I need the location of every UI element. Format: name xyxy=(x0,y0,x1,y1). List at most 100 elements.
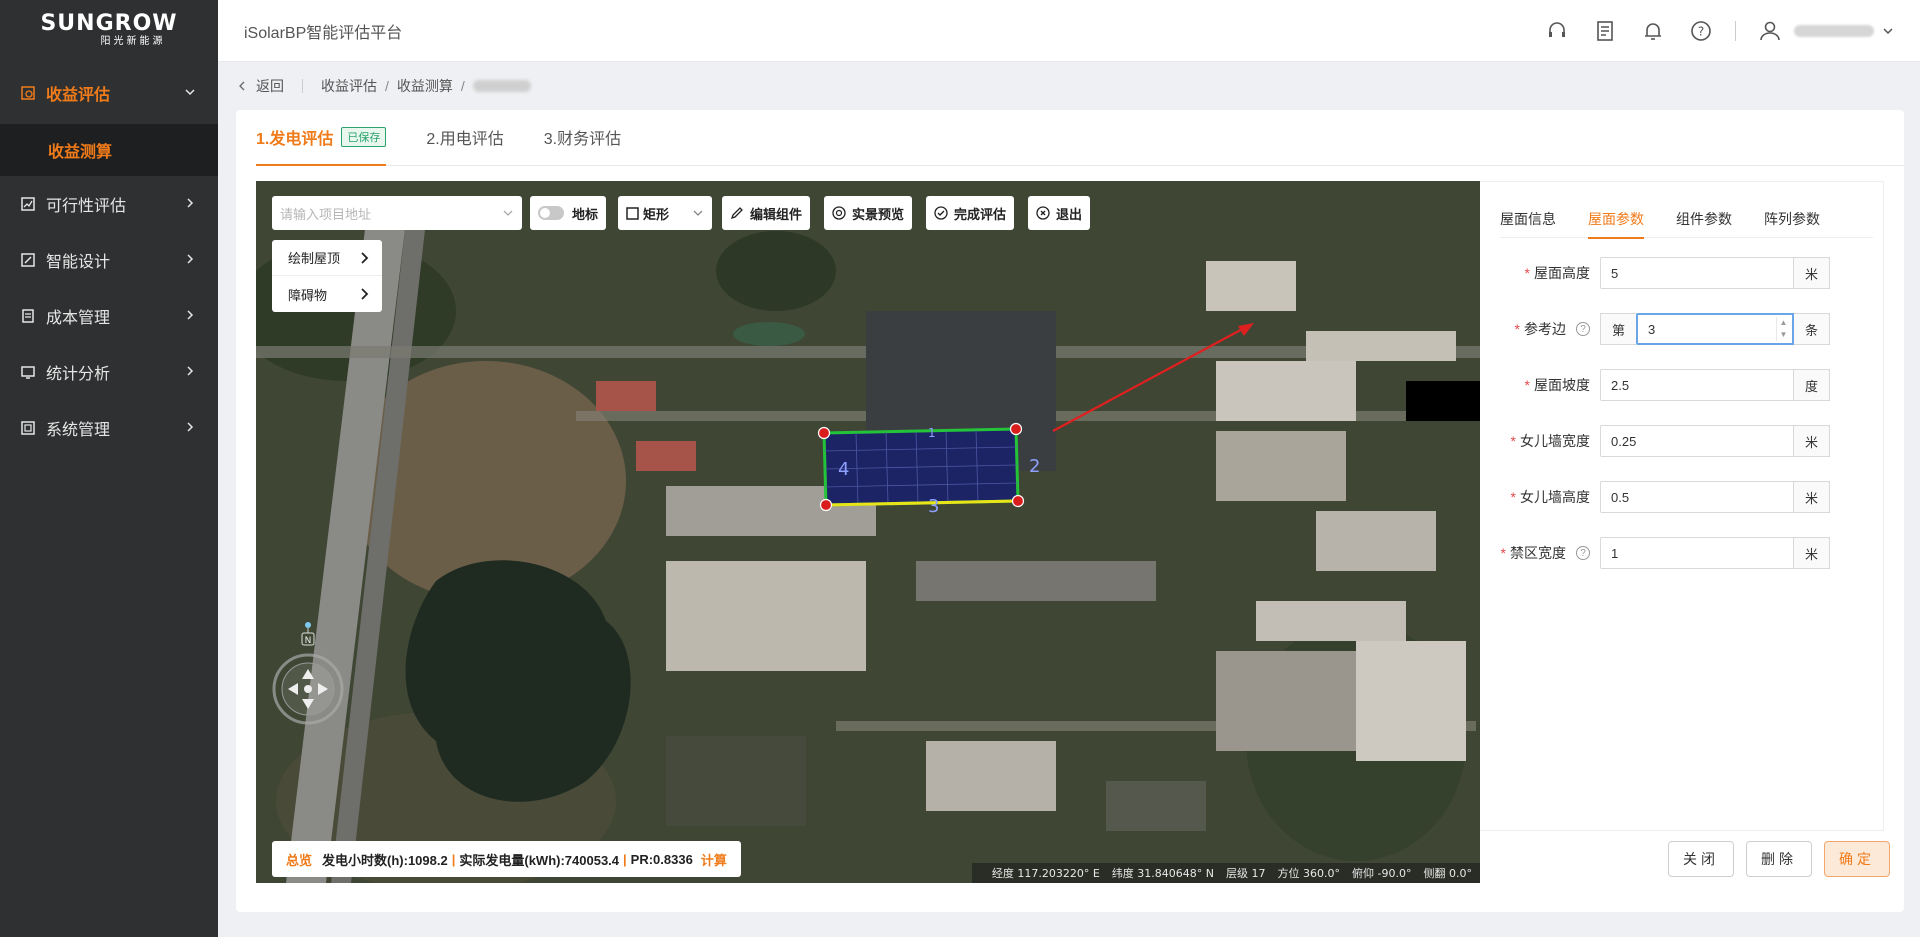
finish-label: 完成评估 xyxy=(954,206,1007,222)
tab-roof-info[interactable]: 屋面信息 xyxy=(1500,200,1556,238)
field-parapet-height: * 女儿墙高度 0.5 米 xyxy=(1480,480,1830,514)
chevron-down-icon xyxy=(182,84,198,102)
address-search-input[interactable]: 请输入项目地址 xyxy=(272,196,522,230)
obstacle-item[interactable]: 障碍物 xyxy=(272,276,382,312)
draw-roof-item[interactable]: 绘制屋顶 xyxy=(272,240,382,276)
parapet-width-input[interactable]: 0.25 xyxy=(1600,425,1794,457)
calculate-link[interactable]: 计算 xyxy=(701,850,727,869)
back-label: 返回 xyxy=(256,78,284,94)
close-button[interactable]: 关闭 xyxy=(1668,841,1734,877)
field-label-text: 屋面坡度 xyxy=(1534,377,1590,393)
confirm-button[interactable]: 确定 xyxy=(1824,841,1890,877)
tab-generation[interactable]: 1.发电评估 已保存 xyxy=(256,109,387,166)
delete-button[interactable]: 删除 xyxy=(1746,841,1812,877)
panel-actions: 关闭 删除 确定 xyxy=(1668,841,1902,877)
edit-label: 编辑组件 xyxy=(750,206,803,222)
landmark-label: 地标 xyxy=(572,206,599,222)
field-label: * 屋面坡度 xyxy=(1480,375,1600,395)
stepper-up-icon[interactable]: ▲ xyxy=(1777,317,1790,329)
compass-north-label: N xyxy=(305,636,312,646)
breadcrumb-revenue-calc[interactable]: 收益测算 xyxy=(397,76,453,96)
sidebar-item-system[interactable]: 系统管理 xyxy=(0,400,218,456)
sidebar-item-label: 可行性评估 xyxy=(46,198,127,215)
tab-consumption[interactable]: 2.用电评估 xyxy=(426,109,503,165)
required-mark: * xyxy=(1510,489,1516,505)
field-label-text: 女儿墙高度 xyxy=(1520,489,1590,505)
summary-pr: PR:0.8336 xyxy=(630,851,693,867)
chevron-down-icon[interactable] xyxy=(1880,17,1896,45)
step-tabs: 1.发电评估 已保存 2.用电评估 3.财务评估 xyxy=(256,110,1904,166)
field-label: * 女儿墙高度 xyxy=(1480,487,1600,507)
summary-divider: | xyxy=(451,851,456,867)
revenue-icon xyxy=(20,85,36,101)
user-icon[interactable] xyxy=(1756,17,1784,45)
sidebar-item-feasibility[interactable]: 可行性评估 xyxy=(0,176,218,232)
toggle-switch[interactable] xyxy=(538,206,564,220)
field-roof-slope: * 屋面坡度 2.5 度 xyxy=(1480,368,1830,402)
top-bar: iSolarBP智能评估平台 ? xyxy=(218,0,1920,62)
live-preview-button[interactable]: 实景预览 xyxy=(824,196,913,230)
logo: SUNGROW 阳光新能源 xyxy=(0,0,218,62)
sidebar-item-cost[interactable]: 成本管理 xyxy=(0,288,218,344)
square-icon xyxy=(626,206,639,220)
required-mark: * xyxy=(1500,545,1506,561)
stepper-down-icon[interactable]: ▼ xyxy=(1777,329,1790,341)
field-label: * 屋面高度 xyxy=(1480,263,1600,283)
unit-suffix: 米 xyxy=(1794,481,1830,513)
field-label: * 禁区宽度? xyxy=(1480,543,1600,563)
chevron-left-icon xyxy=(239,81,245,91)
unit-suffix: 米 xyxy=(1794,537,1830,569)
breadcrumb-separator: / xyxy=(460,78,465,94)
shape-select[interactable]: 矩形 xyxy=(618,196,712,230)
exit-button[interactable]: 退出 xyxy=(1028,196,1091,230)
parapet-height-input[interactable]: 0.5 xyxy=(1600,481,1794,513)
sidebar-item-label: 系统管理 xyxy=(46,422,111,439)
chevron-right-icon xyxy=(361,251,369,264)
field-label: * 女儿墙宽度 xyxy=(1480,431,1600,451)
sidebar-item-label: 收益评估 xyxy=(46,87,111,104)
chevron-down-icon xyxy=(693,210,703,216)
obstacle-label: 障碍物 xyxy=(288,287,328,303)
coord-roll: 侧翻 0.0° xyxy=(1423,867,1473,880)
bell-icon[interactable] xyxy=(1639,17,1667,45)
tab-array-params[interactable]: 阵列参数 xyxy=(1764,200,1820,238)
sidebar-subitem-revenue-calc[interactable]: 收益测算 xyxy=(0,124,218,176)
edit-components-button[interactable]: 编辑组件 xyxy=(722,196,811,230)
stepper-controls[interactable]: ▲ ▼ xyxy=(1776,317,1790,341)
tab-label: 3.财务评估 xyxy=(543,131,622,148)
document-icon[interactable] xyxy=(1591,17,1619,45)
back-button[interactable]: 返回 xyxy=(236,76,284,96)
unit-suffix: 条 xyxy=(1794,313,1830,345)
reference-edge-stepper[interactable]: 3 ▲ ▼ xyxy=(1636,313,1794,345)
breadcrumb-revenue[interactable]: 收益评估 xyxy=(321,76,377,96)
field-roof-height: * 屋面高度 5 米 xyxy=(1480,256,1830,290)
tab-finance[interactable]: 3.财务评估 xyxy=(544,109,621,165)
exclusion-width-input[interactable]: 1 xyxy=(1600,537,1794,569)
roof-height-input[interactable]: 5 xyxy=(1600,257,1794,289)
user-name-redacted[interactable] xyxy=(1794,25,1874,37)
help-icon[interactable]: ? xyxy=(1576,322,1590,336)
help-icon[interactable]: ? xyxy=(1687,17,1715,45)
sidebar-item-stats[interactable]: 统计分析 xyxy=(0,344,218,400)
sidebar-item-label: 统计分析 xyxy=(46,366,111,383)
summary-divider: | xyxy=(623,851,627,867)
close-circle-icon xyxy=(1036,206,1050,220)
coord-level: 层级 17 xyxy=(1226,867,1266,880)
coord-pitch: 俯仰 -90.0° xyxy=(1352,867,1412,880)
tab-module-params[interactable]: 组件参数 xyxy=(1676,200,1732,238)
address-placeholder: 请输入项目地址 xyxy=(280,206,372,222)
landmark-toggle[interactable]: 地标 xyxy=(530,196,607,230)
field-reference-edge: * 参考边? 第 3 ▲ ▼ 条 xyxy=(1480,312,1830,346)
sidebar-item-revenue[interactable]: 收益评估 xyxy=(0,62,218,124)
coord-longitude: 经度 117.203220° E xyxy=(991,867,1100,880)
satellite-map[interactable]: 4 2 3 1 请输入项目地址 地标 矩形 编辑组件 实景预览 完成评估 退出 … xyxy=(256,181,1480,883)
tab-roof-params[interactable]: 屋面参数 xyxy=(1588,200,1644,239)
help-icon[interactable]: ? xyxy=(1576,546,1590,560)
compass-navigation[interactable]: N xyxy=(270,621,350,731)
sidebar-item-design[interactable]: 智能设计 xyxy=(0,232,218,288)
tab-label: 2.用电评估 xyxy=(426,131,504,148)
roof-slope-input[interactable]: 2.5 xyxy=(1600,369,1794,401)
headset-icon[interactable] xyxy=(1543,17,1571,45)
finish-assessment-button[interactable]: 完成评估 xyxy=(926,196,1015,230)
draw-roof-label: 绘制屋顶 xyxy=(288,251,341,266)
